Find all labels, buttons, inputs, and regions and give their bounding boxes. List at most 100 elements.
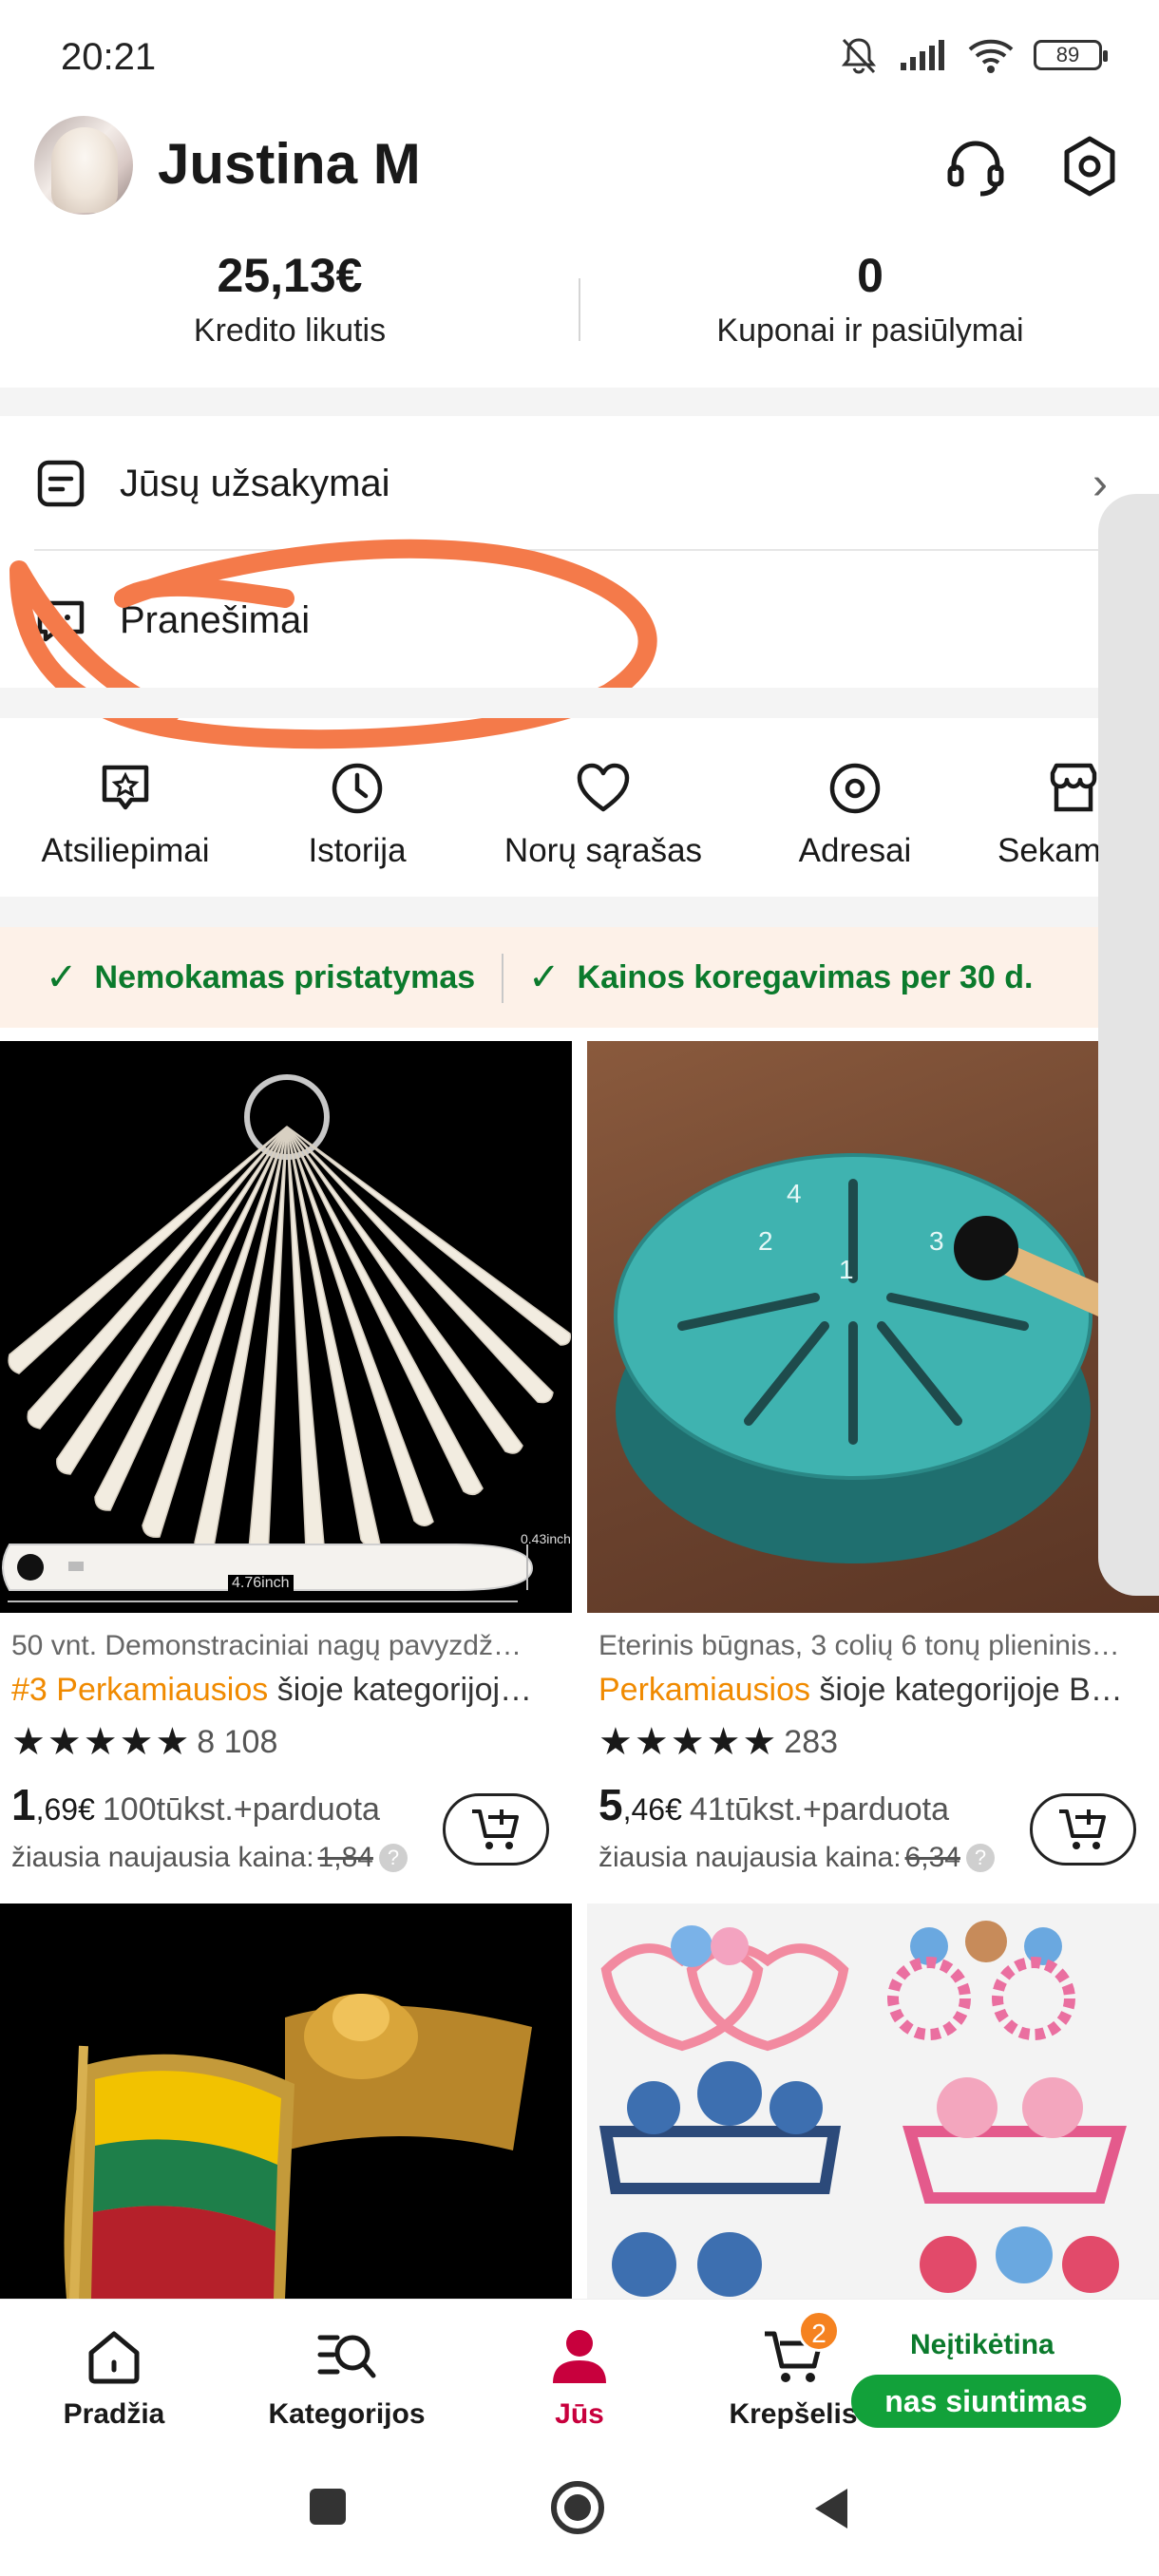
location-icon [829,763,881,814]
product-rating: ★★★★★ 8 108 [11,1720,572,1764]
balance-divider [579,278,580,341]
shortcut-wishlist[interactable]: Norų sąrašas [494,760,712,870]
shortcut-label: Istorija [308,832,407,869]
star-rating-icon: ★★★★★ [11,1721,192,1763]
profile-name: Justina M [158,132,421,196]
system-nav-bar [0,2451,1159,2576]
product-title: Eterinis būgnas, 3 colių 6 tonų plienini… [598,1630,1120,1661]
headset-support-icon[interactable] [942,133,1009,199]
tab-cart[interactable]: Krepšelis [722,2324,864,2431]
home-icon [88,2331,140,2384]
help-icon[interactable]: ? [965,1844,995,1872]
product-card[interactable] [0,1904,572,2299]
shortcut-history[interactable]: Istorija [281,760,433,870]
svg-text:4: 4 [787,1179,802,1208]
orders-icon [37,460,85,507]
help-icon[interactable]: ? [378,1844,408,1872]
rank-text: šioje kategorijoj… [268,1672,533,1708]
product-title: 50 vnt. Demonstraciniai nagų pavyzdž… [11,1630,522,1661]
battery-indicator: 89 [1034,40,1108,70]
price-dec: ,69€ [35,1792,95,1827]
check-icon: ✓ [528,957,560,998]
lowest-price-value: 1,84 [317,1842,373,1873]
category-search-icon [317,2335,376,2378]
flag-pin-image [64,1994,532,2299]
tab-label: Krepšelis [729,2398,858,2430]
product-rank: #3 Perkamiausios šioje kategorijoj… [11,1672,572,1709]
benefits-bar[interactable]: ✓ Nemokamas pristatymas ✓ Kainos koregav… [0,927,1098,1028]
home-button-icon[interactable] [549,2479,606,2536]
credit-balance-label: Kredito likutis [193,313,387,349]
coupons[interactable]: 0 Kuponai ir pasiūlymai [680,248,1060,350]
promo-title[interactable]: Neįtikėtina [910,2329,1054,2361]
price-dec: ,46€ [622,1792,682,1827]
shortcut-label: Norų sąrašas [504,832,703,869]
tab-label: Pradžia [63,2398,165,2430]
cart-add-icon [1059,1809,1106,1849]
add-to-cart-button[interactable] [1030,1793,1136,1866]
chevron-right-icon: › [1092,458,1108,509]
price-int: 1 [11,1780,36,1829]
shortcuts: Atsiliepimai Istorija Norų sąrašas Adres… [0,722,1102,893]
cart-count-badge: 2 [798,2310,840,2352]
svg-text:1: 1 [839,1255,854,1284]
coupons-label: Kuponai ir pasiūlymai [716,313,1024,349]
side-scroll-handle[interactable] [1098,494,1159,1596]
bell-muted-icon [841,38,877,74]
tab-label: Kategorijos [268,2398,426,2430]
shortcut-reviews[interactable]: Atsiliepimai [32,760,218,870]
cart-add-icon [472,1809,519,1849]
review-icon [102,765,149,810]
recent-apps-icon[interactable] [306,2485,350,2529]
tab-categories[interactable]: Kategorijos [256,2324,437,2431]
sold-count: 41tūkst.+parduota [689,1791,950,1828]
image-dimension-label: 4.76inch [228,1575,294,1592]
benefit-label: Nemokamas pristatymas [94,958,476,995]
product-image[interactable]: 1 2 3 4 [587,1041,1159,1613]
image-dimension-label: 0.43inch [521,1531,571,1546]
credit-balance[interactable]: 25,13€ Kredito likutis [152,248,428,350]
tab-label: Jūs [555,2398,604,2430]
settings-icon[interactable] [1056,133,1123,199]
lowest-price-label: žiausia naujausia kaina: [11,1842,314,1873]
section-gap-2 [0,688,1159,718]
tab-you[interactable]: Jūs [522,2324,636,2431]
orders-label: Jūsų užsakymai [120,462,390,504]
credit-balance-value: 25,13€ [217,249,363,302]
shortcut-label: Adresai [798,832,912,869]
clock-icon [332,763,383,814]
product-card[interactable] [587,1904,1159,2299]
avatar[interactable] [34,116,133,215]
shortcut-following[interactable]: Sekam [998,760,1102,870]
profile-header: Justina M [0,114,1159,218]
star-rating-icon: ★★★★★ [598,1721,779,1763]
benefit-label: Kainos koregavimas per 30 d. [577,958,1034,995]
product-card[interactable]: 4.76inch 0.43inch 50 vnt. Demonstracinia… [0,1041,572,1874]
promo-shipping-pill[interactable]: nas siuntimas [851,2375,1121,2428]
rank-highlight: #3 Perkamiausios [11,1672,269,1708]
status-time: 20:21 [61,36,157,78]
product-image[interactable]: 4.76inch 0.43inch [0,1041,572,1613]
product-image[interactable] [587,1904,1159,2299]
product-card[interactable]: 1 2 3 4 Eterinis būgnas, 3 colių 6 tonų pli… [587,1041,1159,1874]
status-icons: 89 [838,34,1108,76]
lowest-price-label: žiausia naujausia kaina: [598,1842,902,1873]
tab-home[interactable]: Pradžia [48,2324,180,2431]
product-image[interactable] [0,1904,572,2299]
rating-count: 8 108 [197,1723,278,1760]
rank-text: šioje kategorijoje B… [809,1672,1123,1708]
sold-count: 100tūkst.+parduota [102,1791,380,1828]
section-gap-4 [0,1028,1159,1041]
product-rating: ★★★★★ 283 [598,1720,1159,1764]
stitch-glasses-image [598,1921,1127,2297]
back-icon[interactable] [808,2485,855,2532]
heart-icon [577,763,630,812]
check-icon: ✓ [46,957,78,998]
benefit-free-shipping: ✓ Nemokamas pristatymas [46,956,475,999]
wifi-icon [968,39,1014,73]
shortcut-addresses[interactable]: Adresai [779,760,931,870]
nail-tips-fan-image [2,1074,572,1602]
store-icon [1050,763,1097,812]
add-to-cart-button[interactable] [443,1793,549,1866]
lowest-price-value: 6,34 [904,1842,960,1873]
